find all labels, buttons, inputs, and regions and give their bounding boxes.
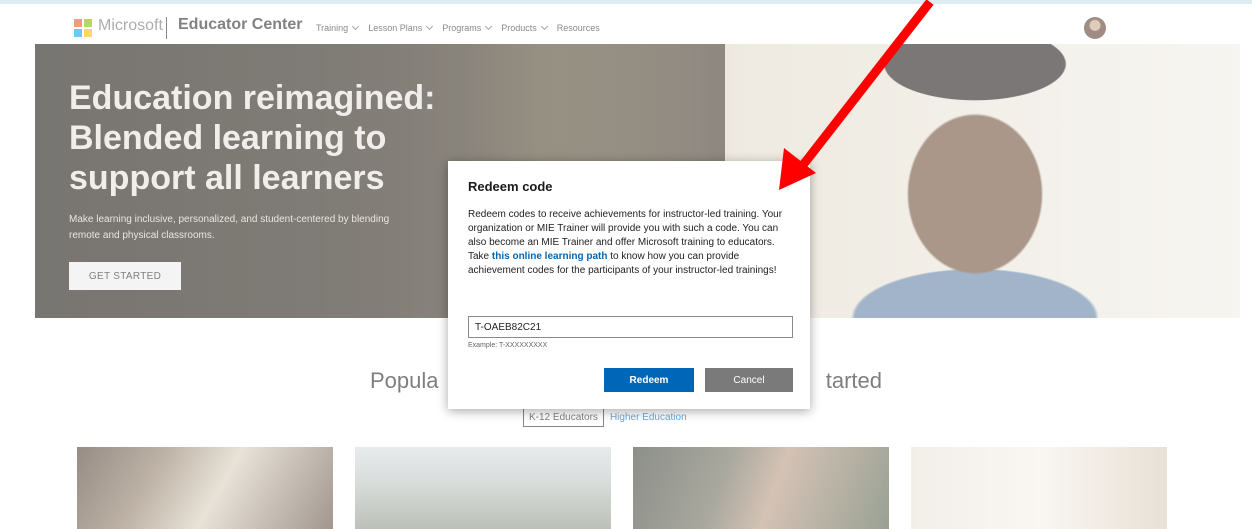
example-hint: Example: T-XXXXXXXXX [468, 342, 548, 349]
dialog-title: Redeem code [468, 179, 553, 194]
learning-path-link[interactable]: this online learning path [492, 251, 608, 262]
code-input[interactable] [468, 316, 793, 338]
cancel-button[interactable]: Cancel [705, 368, 793, 392]
dialog-body: Redeem codes to receive achievements for… [468, 208, 798, 278]
redeem-code-dialog: Redeem code Redeem codes to receive achi… [448, 161, 810, 409]
redeem-button[interactable]: Redeem [604, 368, 694, 392]
